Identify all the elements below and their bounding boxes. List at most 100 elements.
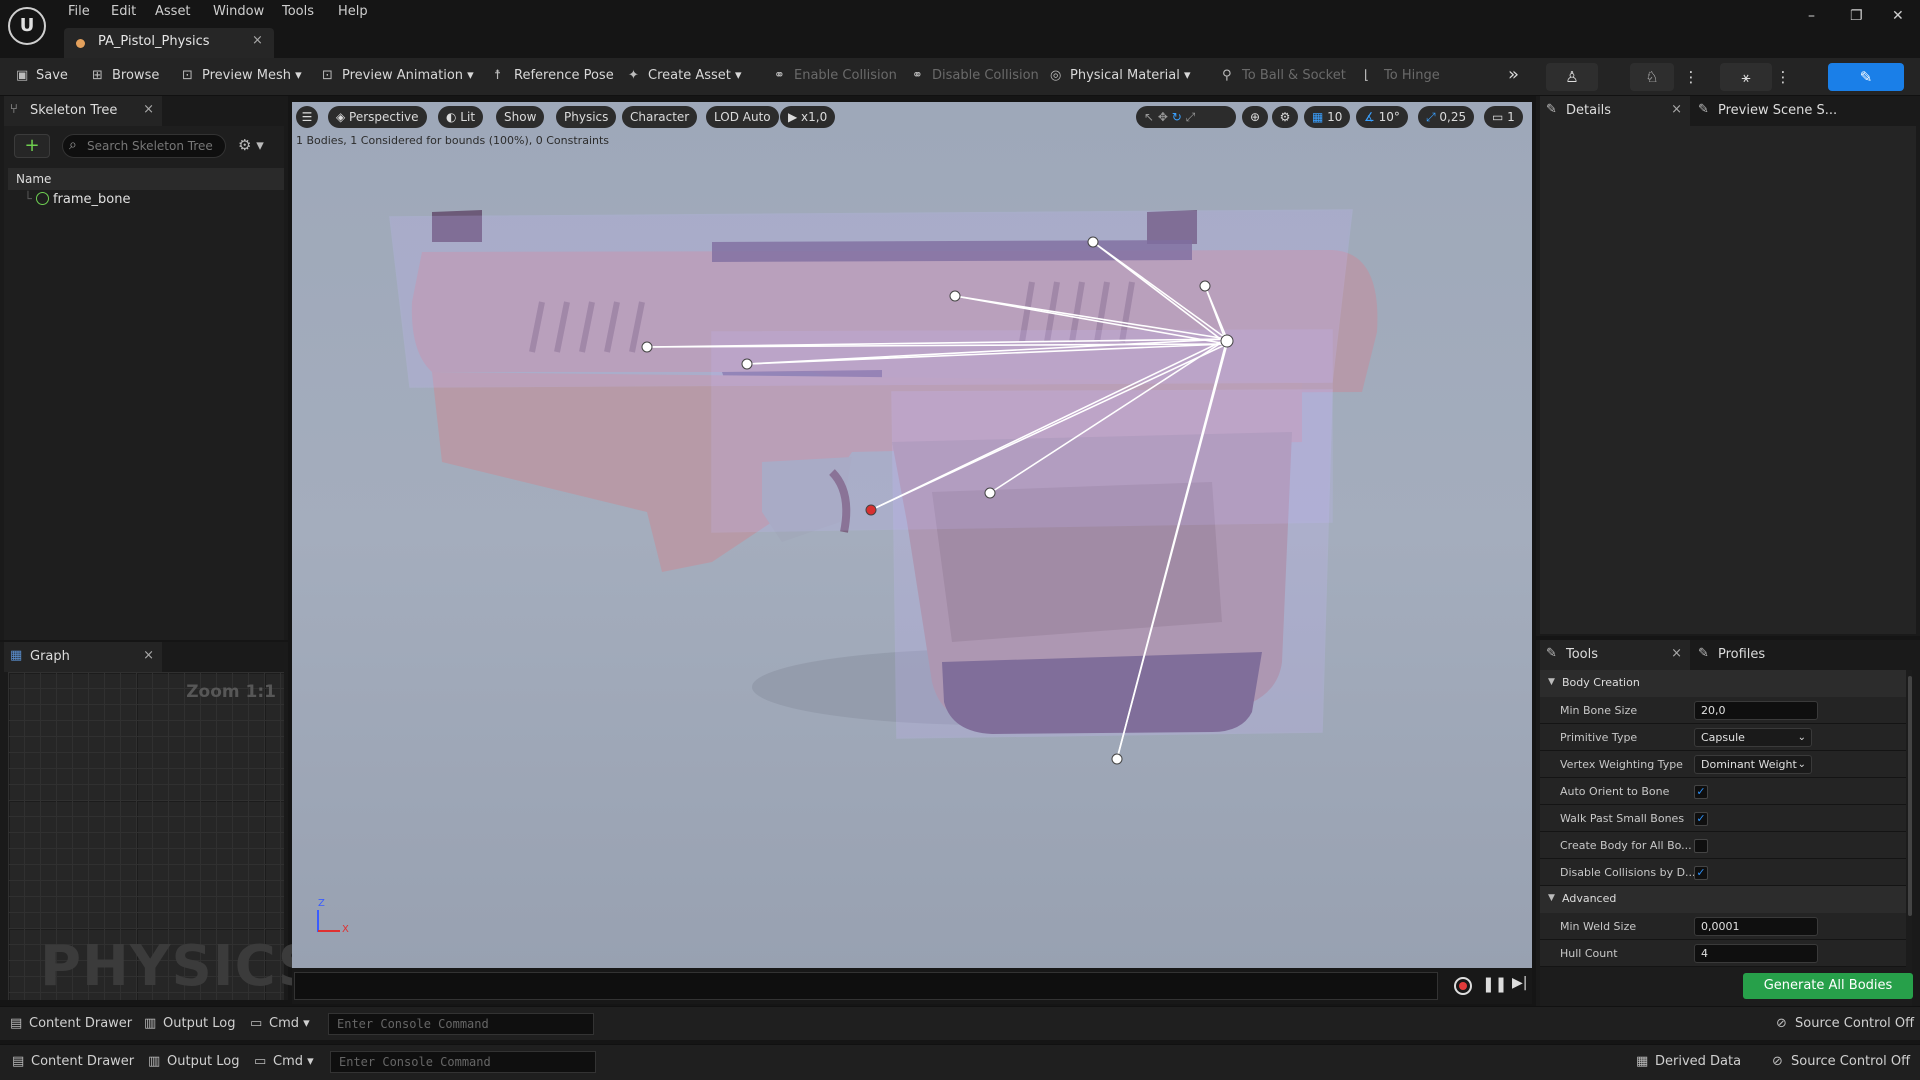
document-tab[interactable]: PA_Pistol_Physics ×: [64, 28, 274, 58]
cmd-button[interactable]: ▭ Cmd ▾: [254, 1054, 314, 1069]
primitive-type-select[interactable]: Capsule ⌄: [1694, 728, 1812, 747]
record-button[interactable]: [1454, 977, 1472, 995]
restore-button[interactable]: ❐: [1850, 8, 1863, 24]
select-icon[interactable]: ↖: [1144, 110, 1154, 124]
pause-icon[interactable]: ❚❚: [1482, 975, 1507, 993]
property-hull-count: Hull Count 4: [1540, 940, 1906, 967]
tab-preview-scene[interactable]: ✎ Preview Scene S...: [1692, 96, 1882, 126]
min-bone-size-input[interactable]: 20,0: [1694, 701, 1818, 720]
lit-button[interactable]: ◐ Lit: [438, 106, 484, 128]
expand-arrow-icon: ▼: [1548, 893, 1555, 903]
generate-all-bodies-button[interactable]: Generate All Bodies: [1743, 973, 1913, 999]
source-control-button[interactable]: ⊘ Source Control Off: [1776, 1016, 1914, 1031]
window-close-button[interactable]: ✕: [1892, 8, 1904, 24]
character-button[interactable]: Character: [622, 106, 698, 128]
minimize-button[interactable]: –: [1808, 8, 1815, 24]
scale-icon[interactable]: ⤢: [1186, 110, 1196, 124]
preview-mesh-button[interactable]: ⊡ Preview Mesh ▾: [182, 68, 302, 83]
rotate-icon[interactable]: ↻: [1172, 110, 1182, 124]
world-local-icon[interactable]: ⊕: [1242, 106, 1268, 128]
skeleton-tree-close-icon[interactable]: ×: [143, 102, 154, 117]
show-button[interactable]: Show: [496, 106, 545, 128]
grid-snap-button[interactable]: ▦ 10: [1304, 106, 1351, 128]
menu-file[interactable]: File: [68, 4, 90, 19]
physics-button[interactable]: Physics: [556, 106, 617, 128]
tools-close-icon[interactable]: ×: [1671, 646, 1682, 661]
vertex-weighting-select[interactable]: Dominant Weight ⌄: [1694, 755, 1812, 774]
auto-orient-checkbox[interactable]: ✓: [1694, 785, 1708, 799]
menu-window[interactable]: Window: [213, 4, 264, 19]
physics-asset-mode-button[interactable]: ✎: [1828, 63, 1904, 91]
walk-past-checkbox[interactable]: ✓: [1694, 812, 1708, 826]
scale-snap-button[interactable]: ⤢ 0,25: [1418, 106, 1475, 128]
tab-graph[interactable]: ▦ Graph ×: [4, 642, 162, 672]
skeleton-tree-tab-label: Skeleton Tree: [30, 103, 118, 118]
animation-mode-options-icon[interactable]: ⋮: [1772, 63, 1794, 91]
to-hinge-button[interactable]: ⌊ To Hinge: [1364, 68, 1440, 83]
physical-material-button[interactable]: ◎ Physical Material ▾: [1050, 68, 1191, 83]
viewport-menu-icon[interactable]: ☰: [296, 106, 318, 128]
play-rate-button[interactable]: ▶ x1,0: [780, 106, 836, 128]
move-icon[interactable]: ✥: [1158, 110, 1168, 124]
enable-collision-button[interactable]: ⚭ Enable Collision: [774, 68, 897, 83]
perspective-button[interactable]: ◈ Perspective: [328, 106, 427, 128]
name-column-header[interactable]: Name: [8, 168, 284, 190]
save-button[interactable]: ▣ Save: [16, 68, 68, 83]
viewport[interactable]: ☰ ◈ Perspective ◐ Lit Show Physics Chara…: [292, 102, 1532, 968]
chevron-down-icon: ⌄: [1797, 732, 1806, 743]
animation-mode-button[interactable]: ⚹: [1720, 63, 1772, 91]
unreal-logo-icon[interactable]: U: [8, 7, 46, 45]
toolbar-overflow-icon[interactable]: »: [1508, 64, 1519, 85]
gear-icon[interactable]: ⚙ ▾: [238, 136, 264, 154]
rotation-snap-button[interactable]: ∡ 10°: [1356, 106, 1408, 128]
content-drawer-button[interactable]: ▤ Content Drawer: [12, 1054, 134, 1069]
cmd-button[interactable]: ▭ Cmd ▾: [250, 1016, 310, 1031]
console-input[interactable]: Enter Console Command: [330, 1051, 596, 1073]
browse-button[interactable]: ⊞ Browse: [92, 68, 159, 83]
source-control-button[interactable]: ⊘ Source Control Off: [1772, 1054, 1910, 1069]
min-weld-size-input[interactable]: 0,0001: [1694, 917, 1818, 936]
timeline-scrub[interactable]: [294, 972, 1438, 1000]
create-asset-button[interactable]: ✦ Create Asset ▾: [628, 68, 742, 83]
tab-details[interactable]: ✎ Details ×: [1540, 96, 1690, 126]
output-log-button[interactable]: ▥ Output Log: [148, 1054, 240, 1069]
physics-mode-button[interactable]: ♘: [1630, 63, 1674, 91]
disable-collision-button[interactable]: ⚭ Disable Collision: [912, 68, 1039, 83]
details-close-icon[interactable]: ×: [1671, 102, 1682, 117]
create-body-checkbox[interactable]: [1694, 839, 1708, 853]
tree-item-frame-bone[interactable]: └ frame_bone: [24, 192, 130, 207]
document-tab-close-icon[interactable]: ×: [252, 33, 263, 48]
section-body-creation[interactable]: ▼ Body Creation: [1540, 670, 1906, 697]
derived-data-button[interactable]: ▦ Derived Data: [1636, 1054, 1741, 1069]
console-input[interactable]: Enter Console Command: [328, 1013, 594, 1035]
to-ball-socket-button[interactable]: ⚲ To Ball & Socket: [1222, 68, 1346, 83]
output-log-button[interactable]: ▥ Output Log: [144, 1016, 236, 1031]
menu-asset[interactable]: Asset: [155, 4, 191, 19]
menu-edit[interactable]: Edit: [111, 4, 136, 19]
tab-profiles[interactable]: ✎ Profiles: [1692, 640, 1812, 670]
add-button[interactable]: +: [14, 134, 50, 158]
transform-tools[interactable]: ↖ ✥ ↻ ⤢: [1136, 106, 1236, 128]
profiles-tab-label: Profiles: [1718, 647, 1766, 662]
hull-count-input[interactable]: 4: [1694, 944, 1818, 963]
menu-tools[interactable]: Tools: [282, 4, 314, 19]
skeleton-search-input[interactable]: ⌕ Search Skeleton Tree: [62, 134, 226, 158]
menu-help[interactable]: Help: [338, 4, 368, 19]
scale-snap-icon: ⤢: [1426, 110, 1440, 124]
tools-scrollbar[interactable]: [1908, 676, 1912, 916]
tab-tools[interactable]: ✎ Tools ×: [1540, 640, 1690, 670]
disable-collisions-checkbox[interactable]: ✓: [1694, 866, 1708, 880]
lod-button[interactable]: LOD Auto: [706, 106, 779, 128]
reference-pose-button[interactable]: ☨ Reference Pose: [494, 68, 614, 83]
camera-speed-button[interactable]: ▭ 1: [1484, 106, 1523, 128]
content-drawer-button[interactable]: ▤ Content Drawer: [10, 1016, 132, 1031]
section-advanced[interactable]: ▼ Advanced: [1540, 886, 1906, 913]
graph-canvas[interactable]: Zoom 1:1 PHYSICS: [8, 672, 318, 1000]
surface-snap-icon[interactable]: ⚙: [1272, 106, 1298, 128]
tab-skeleton-tree[interactable]: ⑂ Skeleton Tree ×: [4, 96, 162, 126]
step-forward-icon[interactable]: ▶|: [1512, 975, 1527, 991]
skeleton-mode-button[interactable]: ♙: [1546, 63, 1598, 91]
graph-close-icon[interactable]: ×: [143, 648, 154, 663]
preview-animation-button[interactable]: ⊡ Preview Animation ▾: [322, 68, 474, 83]
physics-mode-options-icon[interactable]: ⋮: [1680, 63, 1702, 91]
